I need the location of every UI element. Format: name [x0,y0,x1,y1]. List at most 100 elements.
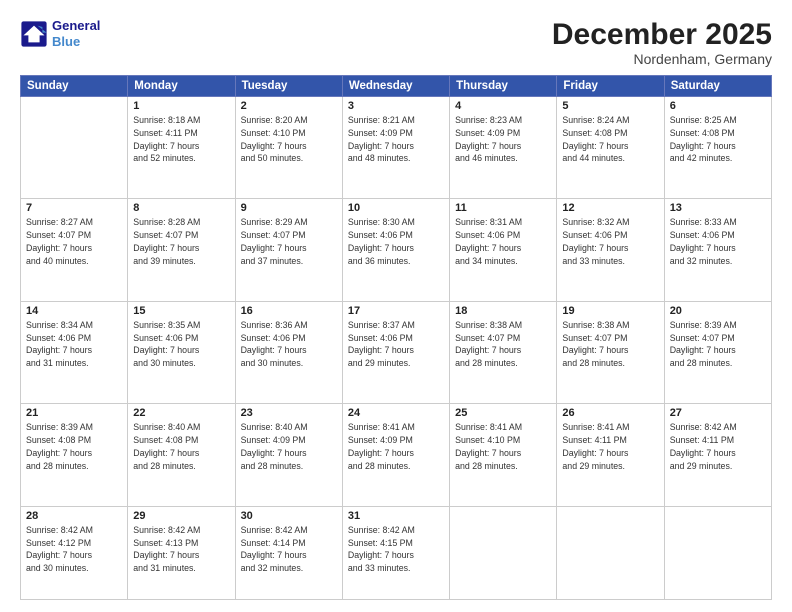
day-info: Sunrise: 8:29 AMSunset: 4:07 PMDaylight:… [241,216,337,267]
day-number: 23 [241,407,337,419]
day-number: 25 [455,407,551,419]
logo: General Blue [20,18,100,49]
weekday-header-thursday: Thursday [450,76,557,97]
day-number: 16 [241,305,337,317]
calendar-week-row: 7 Sunrise: 8:27 AMSunset: 4:07 PMDaylight… [21,199,772,301]
calendar-cell: 29 Sunrise: 8:42 AMSunset: 4:13 PMDayligh… [128,506,235,599]
weekday-header-sunday: Sunday [21,76,128,97]
calendar-week-row: 14 Sunrise: 8:34 AMSunset: 4:06 PMDayligh… [21,301,772,403]
calendar-cell: 25 Sunrise: 8:41 AMSunset: 4:10 PMDayligh… [450,404,557,506]
weekday-header-saturday: Saturday [664,76,771,97]
day-info: Sunrise: 8:25 AMSunset: 4:08 PMDaylight:… [670,114,766,165]
calendar-cell [664,506,771,599]
day-number: 13 [670,202,766,214]
day-number: 26 [562,407,658,419]
day-info: Sunrise: 8:34 AMSunset: 4:06 PMDaylight:… [26,319,122,370]
day-info: Sunrise: 8:36 AMSunset: 4:06 PMDaylight:… [241,319,337,370]
day-info: Sunrise: 8:23 AMSunset: 4:09 PMDaylight:… [455,114,551,165]
calendar-cell: 22 Sunrise: 8:40 AMSunset: 4:08 PMDayligh… [128,404,235,506]
calendar-cell: 31 Sunrise: 8:42 AMSunset: 4:15 PMDayligh… [342,506,449,599]
day-info: Sunrise: 8:18 AMSunset: 4:11 PMDaylight:… [133,114,229,165]
calendar-cell: 6 Sunrise: 8:25 AMSunset: 4:08 PMDaylight… [664,97,771,199]
day-info: Sunrise: 8:38 AMSunset: 4:07 PMDaylight:… [562,319,658,370]
logo-icon [20,20,48,48]
location: Nordenham, Germany [552,51,772,67]
day-number: 31 [348,510,444,522]
day-number: 20 [670,305,766,317]
calendar-cell: 12 Sunrise: 8:32 AMSunset: 4:06 PMDayligh… [557,199,664,301]
calendar-cell: 17Sunrise: 8:37 AMSunset: 4:06 PMDayligh… [342,301,449,403]
day-number: 9 [241,202,337,214]
day-number: 8 [133,202,229,214]
calendar-cell: 4 Sunrise: 8:23 AMSunset: 4:09 PMDaylight… [450,97,557,199]
calendar-week-row: 21 Sunrise: 8:39 AMSunset: 4:08 PMDayligh… [21,404,772,506]
calendar-cell: 10Sunrise: 8:30 AMSunset: 4:06 PMDayligh… [342,199,449,301]
calendar-cell: 26 Sunrise: 8:41 AMSunset: 4:11 PMDayligh… [557,404,664,506]
calendar-cell: 16 Sunrise: 8:36 AMSunset: 4:06 PMDayligh… [235,301,342,403]
day-info: Sunrise: 8:40 AMSunset: 4:09 PMDaylight:… [241,421,337,472]
weekday-header-tuesday: Tuesday [235,76,342,97]
day-info: Sunrise: 8:30 AMSunset: 4:06 PMDaylight:… [348,216,444,267]
logo-text: General Blue [52,18,100,49]
day-info: Sunrise: 8:40 AMSunset: 4:08 PMDaylight:… [133,421,229,472]
weekday-header-monday: Monday [128,76,235,97]
day-info: Sunrise: 8:21 AMSunset: 4:09 PMDaylight:… [348,114,444,165]
day-info: Sunrise: 8:24 AMSunset: 4:08 PMDaylight:… [562,114,658,165]
day-info: Sunrise: 8:41 AMSunset: 4:11 PMDaylight:… [562,421,658,472]
day-info: Sunrise: 8:42 AMSunset: 4:11 PMDaylight:… [670,421,766,472]
day-number: 22 [133,407,229,419]
day-number: 6 [670,100,766,112]
day-number: 27 [670,407,766,419]
calendar-cell: 14 Sunrise: 8:34 AMSunset: 4:06 PMDayligh… [21,301,128,403]
day-number: 2 [241,100,337,112]
day-number: 19 [562,305,658,317]
day-info: Sunrise: 8:39 AMSunset: 4:07 PMDaylight:… [670,319,766,370]
day-info: Sunrise: 8:32 AMSunset: 4:06 PMDaylight:… [562,216,658,267]
calendar-cell: 27 Sunrise: 8:42 AMSunset: 4:11 PMDayligh… [664,404,771,506]
calendar-table: SundayMondayTuesdayWednesdayThursdayFrid… [20,75,772,600]
calendar-cell: 2 Sunrise: 8:20 AMSunset: 4:10 PMDaylight… [235,97,342,199]
calendar-cell: 28Sunrise: 8:42 AMSunset: 4:12 PMDayligh… [21,506,128,599]
day-number: 4 [455,100,551,112]
calendar-cell: 20 Sunrise: 8:39 AMSunset: 4:07 PMDayligh… [664,301,771,403]
calendar-cell: 11Sunrise: 8:31 AMSunset: 4:06 PMDayligh… [450,199,557,301]
day-info: Sunrise: 8:35 AMSunset: 4:06 PMDaylight:… [133,319,229,370]
weekday-header-row: SundayMondayTuesdayWednesdayThursdayFrid… [21,76,772,97]
calendar-cell [557,506,664,599]
calendar-cell: 19 Sunrise: 8:38 AMSunset: 4:07 PMDayligh… [557,301,664,403]
day-number: 1 [133,100,229,112]
calendar-week-row: 1 Sunrise: 8:18 AMSunset: 4:11 PMDaylight… [21,97,772,199]
day-number: 21 [26,407,122,419]
day-number: 28 [26,510,122,522]
day-info: Sunrise: 8:20 AMSunset: 4:10 PMDaylight:… [241,114,337,165]
day-number: 29 [133,510,229,522]
day-number: 30 [241,510,337,522]
calendar-cell: 5 Sunrise: 8:24 AMSunset: 4:08 PMDaylight… [557,97,664,199]
day-number: 5 [562,100,658,112]
calendar-cell: 7 Sunrise: 8:27 AMSunset: 4:07 PMDaylight… [21,199,128,301]
day-info: Sunrise: 8:42 AMSunset: 4:15 PMDaylight:… [348,524,444,575]
day-info: Sunrise: 8:33 AMSunset: 4:06 PMDaylight:… [670,216,766,267]
calendar-cell: 3Sunrise: 8:21 AMSunset: 4:09 PMDaylight… [342,97,449,199]
page-header: General Blue December 2025 Nordenham, Ge… [20,18,772,67]
weekday-header-wednesday: Wednesday [342,76,449,97]
calendar-cell: 9 Sunrise: 8:29 AMSunset: 4:07 PMDaylight… [235,199,342,301]
day-info: Sunrise: 8:41 AMSunset: 4:10 PMDaylight:… [455,421,551,472]
calendar-cell: 30Sunrise: 8:42 AMSunset: 4:14 PMDayligh… [235,506,342,599]
day-number: 7 [26,202,122,214]
calendar-cell: 1 Sunrise: 8:18 AMSunset: 4:11 PMDaylight… [128,97,235,199]
day-number: 12 [562,202,658,214]
day-number: 15 [133,305,229,317]
weekday-header-friday: Friday [557,76,664,97]
day-info: Sunrise: 8:31 AMSunset: 4:06 PMDaylight:… [455,216,551,267]
calendar-cell: 24Sunrise: 8:41 AMSunset: 4:09 PMDayligh… [342,404,449,506]
month-title: December 2025 [552,18,772,51]
day-info: Sunrise: 8:39 AMSunset: 4:08 PMDaylight:… [26,421,122,472]
day-info: Sunrise: 8:42 AMSunset: 4:13 PMDaylight:… [133,524,229,575]
calendar-week-row: 28Sunrise: 8:42 AMSunset: 4:12 PMDayligh… [21,506,772,599]
day-info: Sunrise: 8:27 AMSunset: 4:07 PMDaylight:… [26,216,122,267]
day-number: 14 [26,305,122,317]
calendar-cell: 8Sunrise: 8:28 AMSunset: 4:07 PMDaylight… [128,199,235,301]
calendar-cell: 18Sunrise: 8:38 AMSunset: 4:07 PMDayligh… [450,301,557,403]
calendar-cell [450,506,557,599]
